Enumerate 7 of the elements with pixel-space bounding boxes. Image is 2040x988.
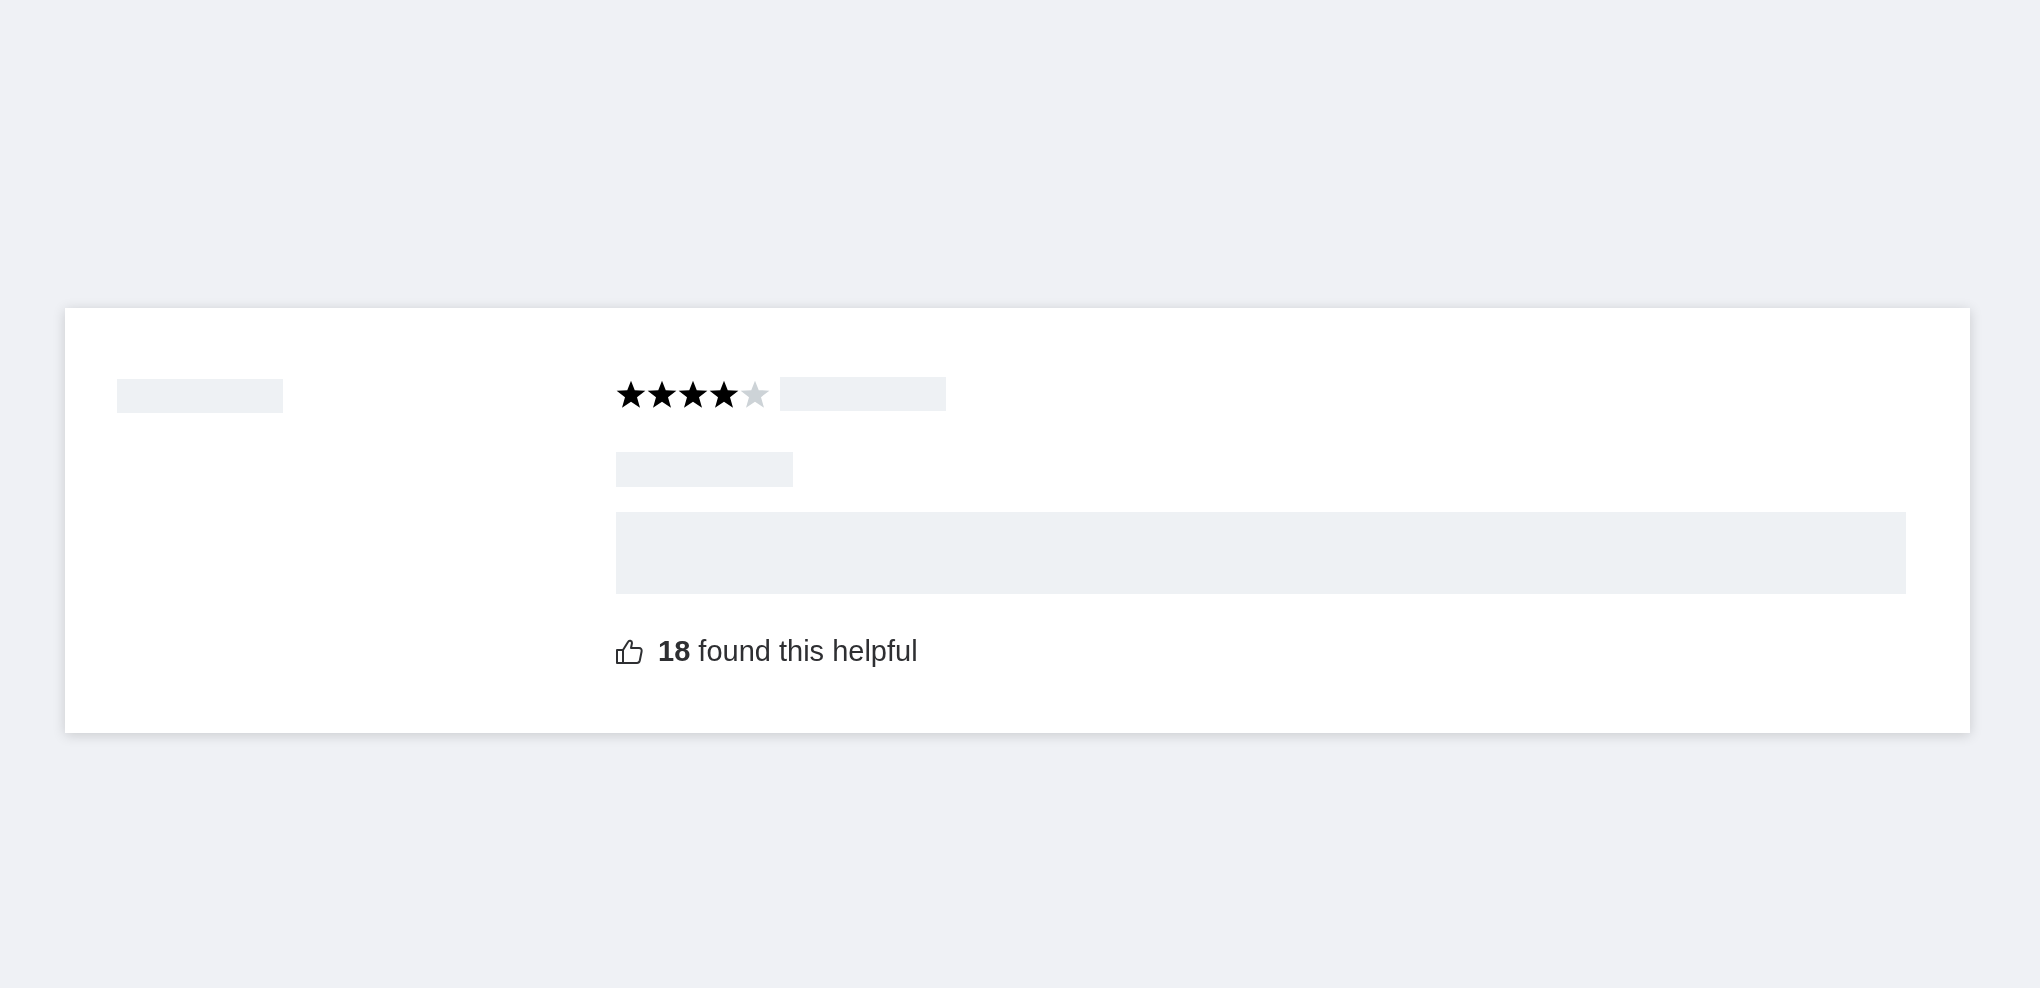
star-icon	[709, 379, 739, 409]
thumbs-up-icon[interactable]	[616, 638, 643, 664]
star-icon	[616, 379, 646, 409]
star-icon	[647, 379, 677, 409]
star-icon	[740, 379, 770, 409]
helpful-count: 18 found this helpful	[658, 634, 918, 668]
star-icon	[678, 379, 708, 409]
